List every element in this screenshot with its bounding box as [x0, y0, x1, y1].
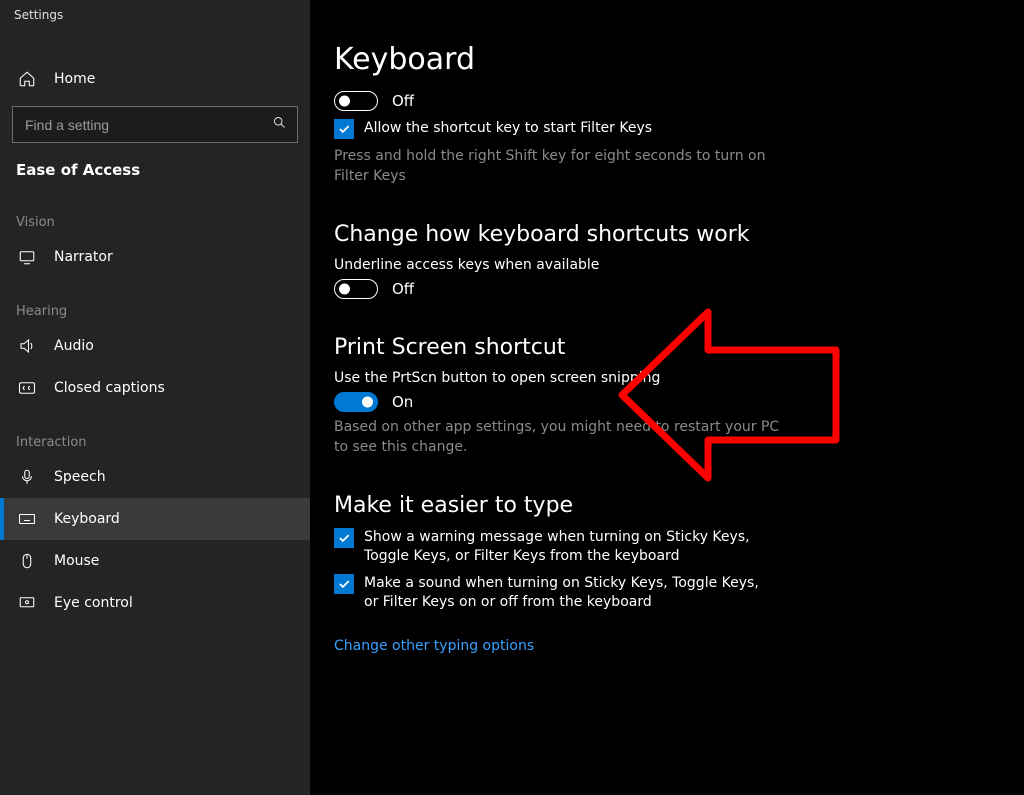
sidebar-item-speech[interactable]: Speech [0, 456, 310, 498]
keyboard-icon [18, 510, 36, 528]
warning-check-label: Show a warning message when turning on S… [364, 528, 774, 566]
eye-control-icon [18, 594, 36, 612]
home-label: Home [54, 71, 95, 87]
mouse-icon [18, 552, 36, 570]
change-typing-options-link[interactable]: Change other typing options [334, 638, 534, 654]
section-interaction: Interaction [0, 409, 310, 456]
sound-check-label: Make a sound when turning on Sticky Keys… [364, 574, 774, 612]
sidebar-item-eye-control[interactable]: Eye control [0, 582, 310, 624]
prtscn-help: Based on other app settings, you might n… [334, 418, 784, 457]
narrator-icon [18, 248, 36, 266]
underline-toggle-label: Off [392, 280, 414, 298]
sidebar-item-audio[interactable]: Audio [0, 325, 310, 367]
underline-desc: Underline access keys when available [334, 257, 994, 273]
sound-checkbox[interactable] [334, 574, 354, 594]
section-vision: Vision [0, 189, 310, 236]
shortcuts-section-title: Change how keyboard shortcuts work [334, 222, 994, 247]
prtscn-desc: Use the PrtScn button to open screen sni… [334, 370, 994, 386]
sidebar-item-label: Keyboard [54, 511, 120, 527]
shortcut-filter-keys-label: Allow the shortcut key to start Filter K… [364, 119, 652, 138]
easier-section-title: Make it easier to type [334, 493, 994, 518]
home-icon [18, 70, 36, 88]
app-title: Settings [0, 0, 310, 42]
prtscn-section-title: Print Screen shortcut [334, 335, 994, 360]
shortcut-filter-keys-checkbox[interactable] [334, 119, 354, 139]
content-area: Keyboard Off Allow the shortcut key to s… [310, 0, 1024, 795]
section-hearing: Hearing [0, 278, 310, 325]
audio-icon [18, 337, 36, 355]
prtscn-toggle-label: On [392, 393, 413, 411]
sidebar: Settings Home Ease of Access Vision Narr… [0, 0, 310, 795]
sidebar-item-label: Audio [54, 338, 94, 354]
search-input[interactable] [23, 116, 272, 134]
search-field[interactable] [12, 106, 298, 143]
sidebar-item-label: Eye control [54, 595, 133, 611]
filter-keys-toggle[interactable] [334, 91, 378, 111]
sidebar-item-label: Closed captions [54, 380, 165, 396]
search-icon [272, 115, 287, 134]
prtscn-toggle[interactable] [334, 392, 378, 412]
speech-icon [18, 468, 36, 486]
underline-access-keys-toggle[interactable] [334, 279, 378, 299]
sidebar-item-keyboard[interactable]: Keyboard [0, 498, 310, 540]
filter-keys-help: Press and hold the right Shift key for e… [334, 147, 784, 186]
sidebar-item-mouse[interactable]: Mouse [0, 540, 310, 582]
filter-keys-toggle-label: Off [392, 92, 414, 110]
page-title: Keyboard [334, 42, 994, 77]
sidebar-item-label: Mouse [54, 553, 99, 569]
sidebar-item-closed-captions[interactable]: Closed captions [0, 367, 310, 409]
closed-captions-icon [18, 379, 36, 397]
home-button[interactable]: Home [0, 60, 310, 98]
sidebar-item-label: Narrator [54, 249, 113, 265]
category-label: Ease of Access [0, 143, 310, 189]
sidebar-item-label: Speech [54, 469, 106, 485]
warning-checkbox[interactable] [334, 528, 354, 548]
sidebar-item-narrator[interactable]: Narrator [0, 236, 310, 278]
